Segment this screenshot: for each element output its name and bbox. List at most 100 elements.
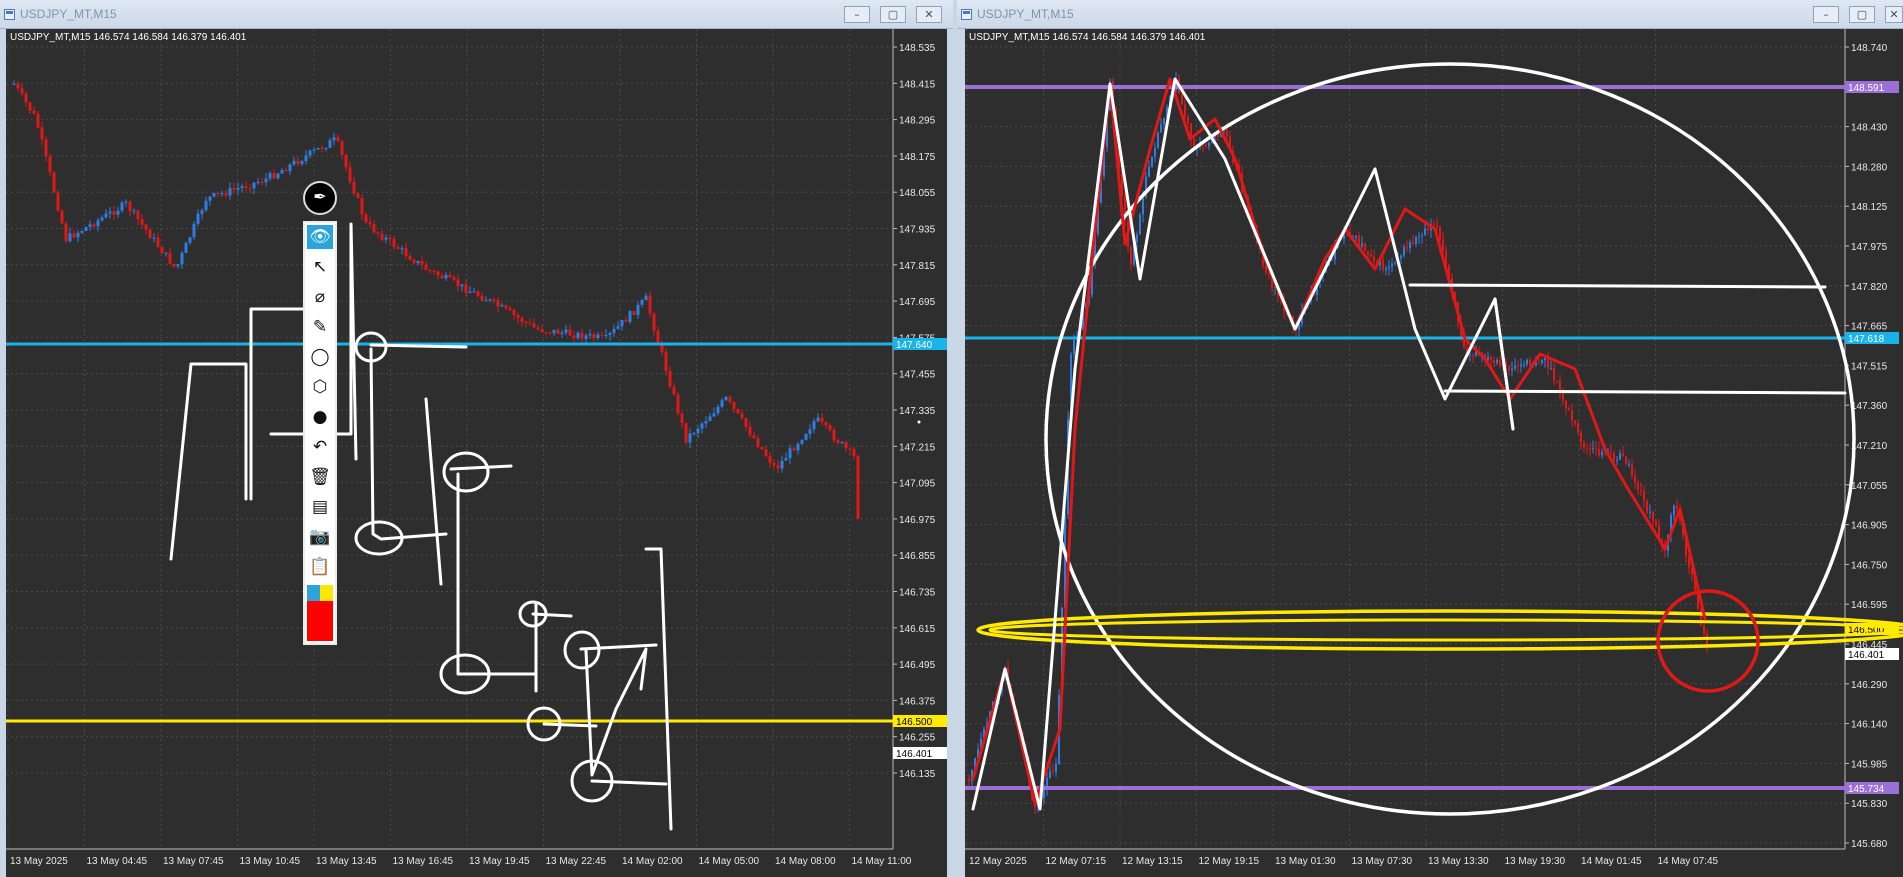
candle-body (680, 413, 684, 423)
candle-body (48, 155, 52, 173)
minimize-button[interactable]: – (844, 6, 870, 23)
right-price-chart[interactable]: 148.740148.585148.430148.280148.125147.9… (965, 29, 1903, 877)
candle-body (1613, 452, 1615, 461)
time-axis-label: 13 May 13:45 (316, 856, 377, 867)
candle-body (728, 396, 732, 402)
candle-body (1184, 104, 1186, 117)
candle-body (332, 137, 336, 141)
screen-icon[interactable]: ▤ (307, 495, 333, 519)
candle-body (68, 233, 72, 242)
candle-body (796, 443, 800, 451)
candle-body (1655, 521, 1657, 526)
left-price-chart[interactable]: 148.535 148.415 148.295 148.175 148.055 147.9… (6, 29, 947, 877)
undo-icon[interactable]: ↶ (307, 435, 333, 459)
candle-body (724, 396, 728, 401)
candle-body (1391, 263, 1393, 267)
maximize-button[interactable]: ▢ (1849, 6, 1875, 23)
candle-body (88, 224, 92, 227)
clipboard-icon[interactable]: 📋 (307, 555, 333, 579)
candle-body (1226, 129, 1228, 137)
candle-body (556, 329, 560, 334)
candle-body (1592, 448, 1594, 450)
candle-body (464, 284, 468, 293)
candle-body (132, 210, 136, 212)
color-swatch-blue-yellow[interactable] (307, 585, 333, 601)
candle-body (452, 277, 456, 280)
candle-body (320, 147, 324, 149)
candle-body (76, 232, 80, 238)
candle-body (620, 320, 624, 327)
trash-icon[interactable]: 🗑 (307, 465, 333, 489)
right-window-title: USDJPY_MT,M15 (977, 7, 1074, 21)
candle-body (536, 327, 540, 330)
candle-body (1472, 354, 1474, 356)
candle-body (280, 170, 284, 174)
circle-icon[interactable]: ◯ (307, 345, 333, 369)
candle-body (968, 779, 970, 782)
candle-body (1130, 247, 1132, 265)
time-axis-label: 13 May 22:45 (546, 856, 607, 867)
candle-body (764, 449, 768, 457)
highlighter-icon[interactable]: ✎ (307, 315, 333, 339)
candle-body (340, 140, 344, 155)
candle-body (212, 192, 216, 197)
candle-body (272, 173, 276, 179)
candle-body (844, 441, 848, 449)
candle-body (1442, 239, 1444, 251)
cursor-icon[interactable]: ↖ (307, 255, 333, 279)
candle-body (500, 305, 504, 307)
candle-body (1388, 266, 1390, 269)
yellow-line-price-tag: 146.500 (896, 717, 933, 728)
blue-line-price-tag: 147.618 (1848, 334, 1885, 345)
candle-body (240, 186, 244, 189)
minimize-button[interactable]: – (1813, 6, 1839, 23)
candle-body (1625, 456, 1627, 465)
candle-body (1538, 362, 1540, 364)
candle-body (476, 291, 480, 297)
time-axis-label: 14 May 07:45 (1658, 856, 1719, 867)
candle-body (564, 329, 568, 333)
candle-body (312, 149, 316, 151)
close-button[interactable]: ✕ (916, 6, 942, 23)
candle-body (1562, 392, 1564, 401)
time-axis-label: 12 May 13:15 (1122, 856, 1183, 867)
candle-body (488, 299, 492, 301)
eye-icon[interactable]: 👁 (307, 225, 333, 249)
candle-body (20, 88, 24, 94)
candle-body (228, 187, 232, 196)
candle-body (1556, 380, 1558, 382)
pen-icon[interactable]: ✒ (303, 181, 337, 215)
candle-body (1565, 400, 1567, 409)
dot-icon[interactable]: ● (307, 405, 333, 429)
camera-icon[interactable]: 📷 (307, 525, 333, 549)
candle-body (324, 147, 328, 149)
eraser-icon[interactable]: ⌀ (307, 285, 333, 309)
right-title-bar[interactable]: USDJPY_MT,M15 – ▢ ✕ (957, 0, 1903, 29)
candle-body (560, 332, 564, 334)
candle-body (512, 310, 516, 316)
price-axis-label: 146.905 (1851, 521, 1888, 532)
candle-body (1541, 360, 1543, 364)
candle-body (160, 246, 164, 254)
candle-body (100, 217, 104, 221)
candle-body (1355, 235, 1357, 238)
candle-body (1508, 367, 1510, 371)
price-axis-label: 145.985 (1851, 759, 1888, 770)
price-axis-label: 145.680 (1851, 839, 1888, 850)
close-button[interactable]: ✕ (1885, 6, 1903, 23)
candle-body (1139, 214, 1141, 235)
candle-body (84, 226, 88, 231)
candle-body (1367, 251, 1369, 255)
candle-body (1595, 448, 1597, 450)
candle-body (1142, 197, 1144, 215)
candle-body (636, 304, 640, 315)
candle-body (60, 210, 64, 224)
maximize-button[interactable]: ▢ (880, 6, 906, 23)
right-chart-canvas[interactable]: 148.740148.585148.430148.280148.125147.9… (965, 29, 1903, 877)
color-swatch-red[interactable] (307, 601, 333, 641)
left-chart-canvas[interactable]: 148.535 148.415 148.295 148.175 148.055 147.9… (6, 29, 947, 877)
ruler-icon[interactable]: ⬡ (307, 375, 333, 399)
left-title-bar[interactable]: USDJPY_MT,M15 – ▢ ✕ (0, 0, 953, 29)
candle-body (704, 421, 708, 424)
candle-body (348, 167, 352, 182)
